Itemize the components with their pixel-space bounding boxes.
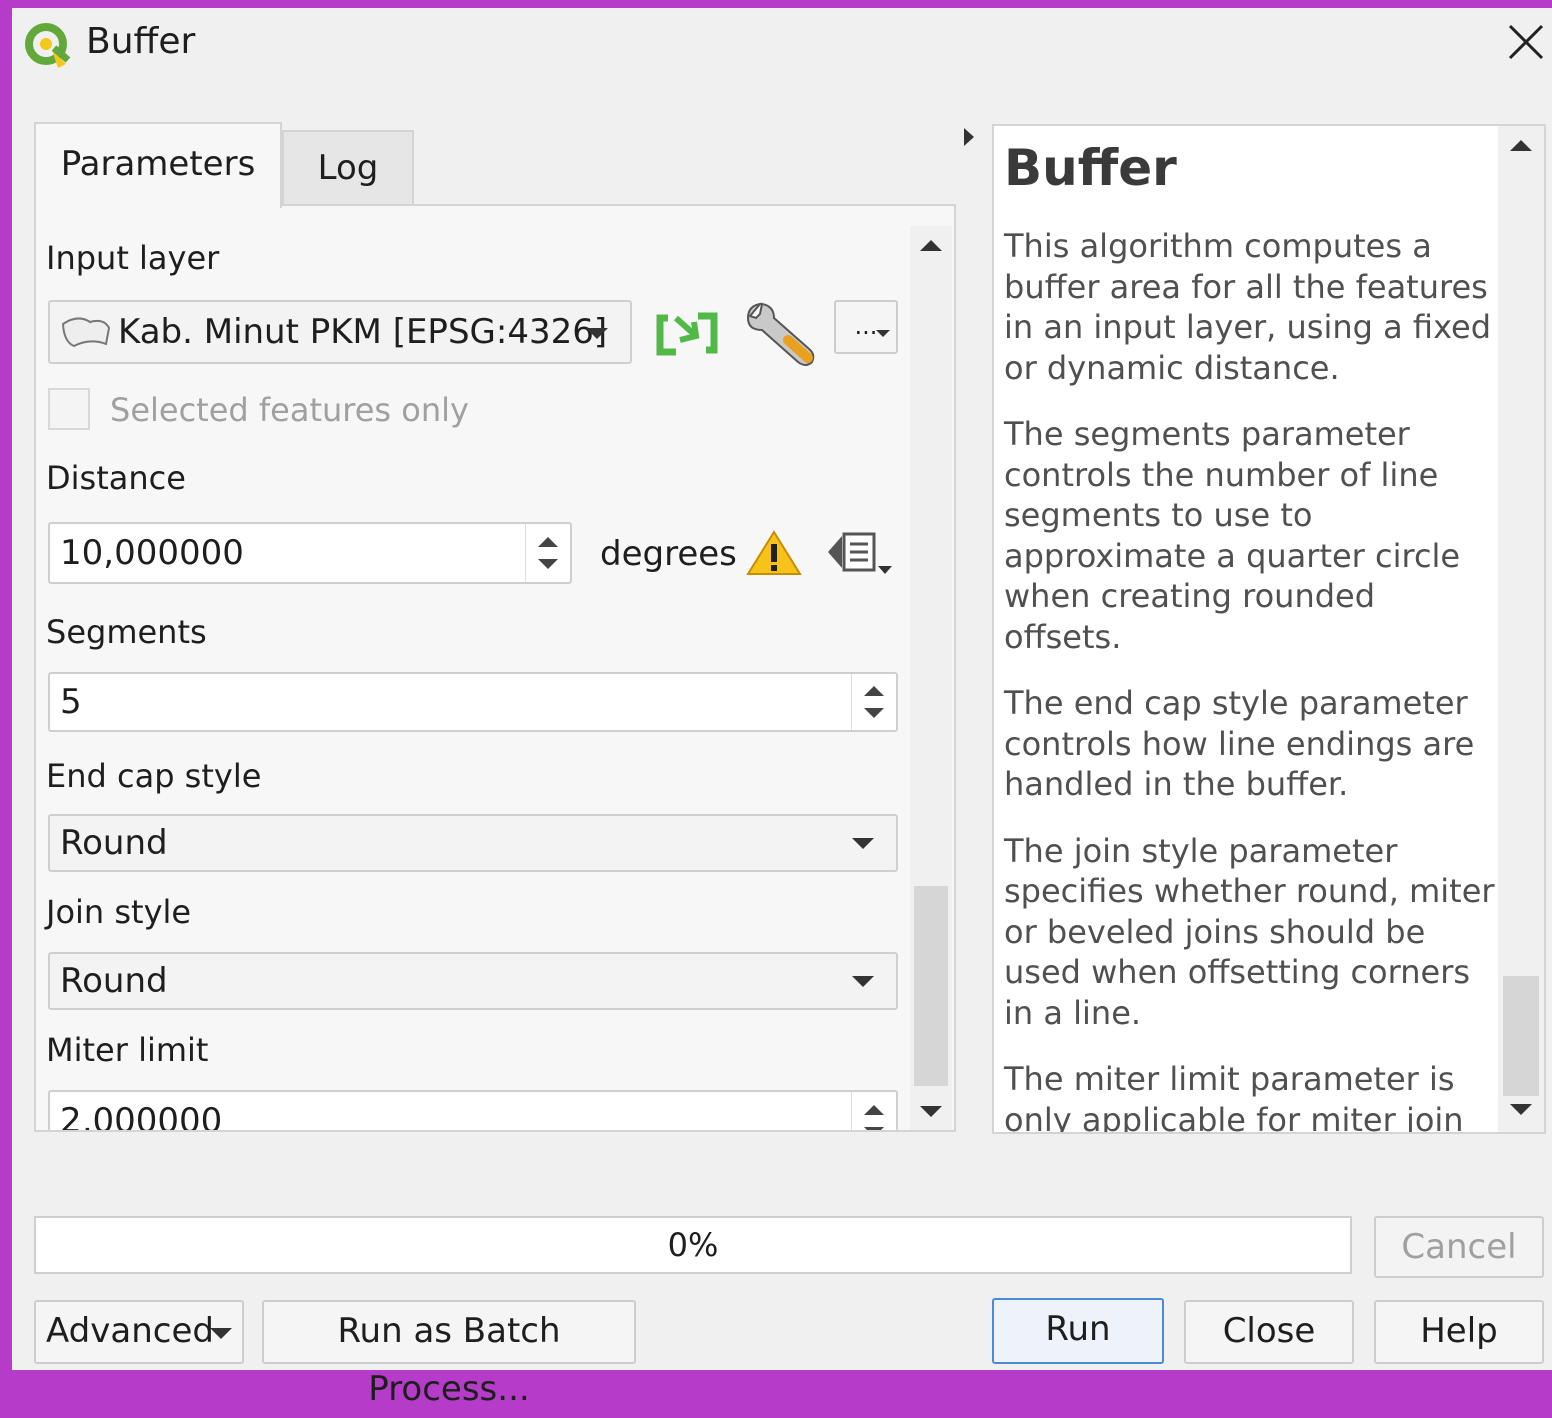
help-paragraph: This algorithm computes a buffer area fo…: [1004, 227, 1492, 387]
iterate-icon[interactable]: [654, 306, 720, 362]
parameters-panel: Input layer Kab. Minut PKM [EPSG:4326] .…: [34, 204, 956, 1132]
chevron-down-icon: [852, 838, 874, 849]
help-title: Buffer: [1004, 139, 1177, 197]
end-cap-style-label: End cap style: [46, 757, 262, 795]
data-defined-override-icon[interactable]: [826, 528, 896, 578]
scroll-up-icon[interactable]: [920, 240, 942, 251]
segments-label: Segments: [46, 613, 207, 651]
help-paragraph: The end cap style parameter controls how…: [1004, 684, 1475, 803]
parameters-scrollbar[interactable]: [910, 226, 952, 1130]
end-cap-style-combo[interactable]: Round: [48, 814, 898, 872]
close-button[interactable]: Close: [1184, 1300, 1354, 1364]
segments-spinner[interactable]: [851, 674, 896, 730]
miter-limit-spinner[interactable]: [851, 1092, 896, 1130]
end-cap-style-value: Round: [60, 823, 168, 863]
help-panel: Buffer This algorithm computes a buffer …: [992, 124, 1546, 1134]
progress-bar: 0%: [34, 1216, 1352, 1274]
distance-spinner[interactable]: [525, 524, 570, 582]
run-button[interactable]: Run: [992, 1298, 1164, 1364]
tab-parameters[interactable]: Parameters: [34, 122, 282, 208]
wrench-icon[interactable]: [744, 300, 818, 370]
buffer-dialog: Buffer Parameters Log Input layer Kab. M…: [12, 8, 1552, 1409]
distance-input[interactable]: 10,000000: [48, 522, 572, 584]
help-button[interactable]: Help: [1374, 1300, 1544, 1364]
scrollbar-thumb[interactable]: [1503, 976, 1539, 1096]
help-body: This algorithm computes a buffer area fo…: [1004, 226, 1498, 1134]
selected-features-checkbox[interactable]: [48, 388, 90, 430]
chevron-down-icon: [876, 330, 890, 337]
advanced-button[interactable]: Advanced: [34, 1300, 244, 1364]
title-bar: Buffer: [12, 8, 1552, 88]
tab-log[interactable]: Log: [282, 130, 414, 208]
help-scrollbar[interactable]: [1498, 126, 1544, 1132]
warning-icon: [746, 530, 802, 575]
join-style-combo[interactable]: Round: [48, 952, 898, 1010]
join-style-label: Join style: [46, 893, 192, 931]
window-title: Buffer: [86, 21, 196, 62]
miter-limit-label: Miter limit: [46, 1031, 209, 1069]
collapse-help-icon[interactable]: [964, 128, 974, 146]
segments-input[interactable]: 5: [48, 672, 898, 732]
advanced-label: Advanced: [46, 1311, 214, 1351]
help-paragraph: The miter limit parameter is only applic…: [1004, 1060, 1464, 1134]
progress-text: 0%: [667, 1226, 719, 1264]
join-style-value: Round: [60, 961, 168, 1001]
distance-unit: degrees: [600, 534, 737, 574]
segments-value: 5: [60, 682, 82, 722]
input-layer-label: Input layer: [46, 239, 220, 277]
chevron-down-icon: [586, 328, 608, 339]
miter-limit-input[interactable]: 2,000000: [48, 1090, 898, 1132]
tab-bar: Parameters Log: [34, 122, 954, 208]
selected-features-label: Selected features only: [110, 391, 469, 429]
distance-label: Distance: [46, 459, 186, 497]
polygon-layer-icon: [61, 317, 111, 348]
scrollbar-thumb[interactable]: [914, 886, 948, 1086]
chevron-down-icon: [852, 976, 874, 987]
help-paragraph: The segments parameter controls the numb…: [1004, 415, 1461, 656]
scroll-down-icon[interactable]: [920, 1106, 942, 1117]
options-ellipsis: ...: [854, 312, 878, 340]
close-icon[interactable]: [1506, 22, 1546, 62]
run-batch-button[interactable]: Run as Batch Process...: [262, 1300, 636, 1409]
help-paragraph: The join style parameter specifies wheth…: [1004, 831, 1495, 1032]
miter-limit-value: 2,000000: [60, 1101, 223, 1132]
scroll-up-icon[interactable]: [1510, 140, 1532, 151]
distance-value: 10,000000: [60, 533, 244, 573]
chevron-down-icon: [210, 1328, 232, 1339]
input-layer-combo[interactable]: Kab. Minut PKM [EPSG:4326]: [48, 300, 632, 364]
input-layer-options-button[interactable]: ...: [834, 300, 898, 354]
input-layer-value: Kab. Minut PKM [EPSG:4326]: [118, 312, 608, 352]
qgis-logo-icon: [25, 23, 71, 68]
scroll-down-icon[interactable]: [1510, 1104, 1532, 1115]
cancel-button[interactable]: Cancel: [1374, 1216, 1544, 1278]
